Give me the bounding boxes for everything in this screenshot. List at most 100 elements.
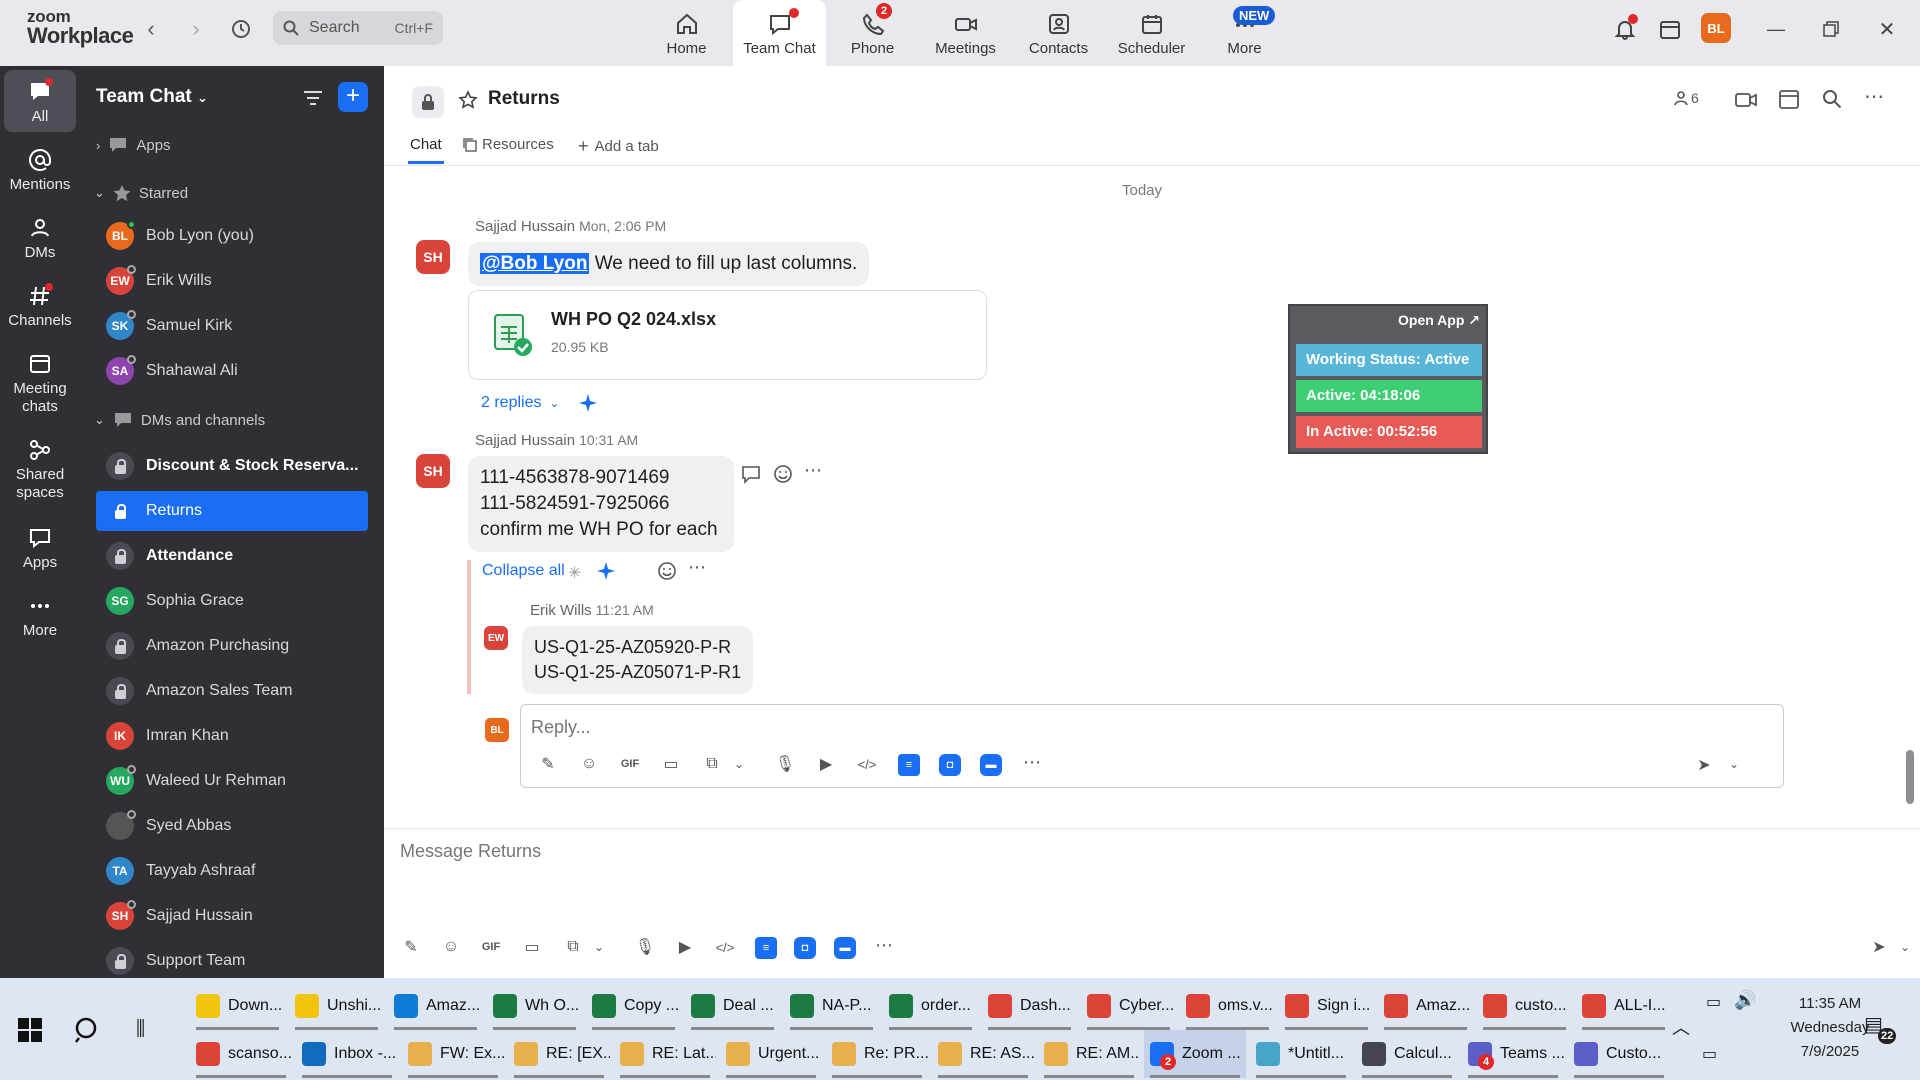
emoji-icon[interactable]: [656, 560, 678, 582]
taskbar-app[interactable]: RE: AM...: [1038, 1030, 1140, 1078]
taskbar-app[interactable]: order...: [883, 982, 978, 1030]
chevron-down-icon[interactable]: ⌄: [728, 753, 750, 775]
sidebar-item-bob-lyon[interactable]: BL Bob Lyon (you): [96, 216, 368, 256]
taskbar-app[interactable]: 4 Teams ...: [1462, 1030, 1564, 1078]
sidebar-item-waleed-ur-rehman[interactable]: WU Waleed Ur Rehman: [96, 761, 368, 801]
taskbar-app[interactable]: Deal ...: [685, 982, 780, 1030]
back-arrow-icon[interactable]: ‹: [136, 14, 166, 44]
taskbar-app[interactable]: scanso...: [190, 1030, 292, 1078]
screenshot-icon[interactable]: ⧉: [562, 936, 584, 958]
video-call-icon[interactable]: [1734, 90, 1758, 113]
rail-channels[interactable]: Channels: [4, 282, 76, 330]
search-bar[interactable]: Search Ctrl+F: [273, 11, 443, 45]
rail-dms[interactable]: DMs: [4, 214, 76, 262]
calendar-icon[interactable]: [1778, 88, 1800, 113]
taskbar-app[interactable]: Copy ...: [586, 982, 681, 1030]
gif-icon[interactable]: GIF: [619, 753, 641, 775]
tab-scheduler[interactable]: Scheduler: [1105, 0, 1198, 66]
chevron-down-icon[interactable]: ⌄: [1723, 753, 1745, 775]
taskbar-app[interactable]: RE: AS...: [932, 1030, 1034, 1078]
sidebar-item-discount-stock[interactable]: Discount & Stock Reserva...: [96, 446, 368, 486]
open-app-button[interactable]: Open App ↗: [1398, 312, 1480, 329]
section-apps[interactable]: › Apps: [96, 136, 171, 154]
taskbar-app[interactable]: Unshi...: [289, 982, 384, 1030]
history-icon[interactable]: [226, 14, 256, 44]
taskbar-app[interactable]: Re: PR...: [826, 1030, 928, 1078]
more-icon[interactable]: ⋯: [688, 557, 706, 578]
taskbar-app[interactable]: Dash...: [982, 982, 1077, 1030]
minimize-icon[interactable]: —: [1761, 14, 1791, 44]
rail-all[interactable]: All: [4, 70, 76, 132]
restore-icon[interactable]: [1816, 14, 1846, 44]
sidebar-item-support-team[interactable]: Support Team: [96, 941, 368, 981]
taskbar-app[interactable]: Wh O...: [487, 982, 582, 1030]
tab-contacts[interactable]: Contacts: [1012, 0, 1105, 66]
video-message-icon[interactable]: ▶: [815, 753, 837, 775]
task-view-icon[interactable]: ⫼: [136, 1018, 145, 1041]
code-icon[interactable]: </>: [856, 753, 878, 775]
taskbar-app[interactable]: Calcul...: [1356, 1030, 1458, 1078]
taskbar-app[interactable]: RE: Lat...: [614, 1030, 716, 1078]
microphone-icon[interactable]: 🎙: [634, 936, 656, 958]
sidebar-item-returns[interactable]: Returns: [96, 491, 368, 531]
speaker-icon[interactable]: 🔊: [1734, 990, 1756, 1011]
file-icon[interactable]: ▭: [660, 753, 682, 775]
taskbar-app[interactable]: NA-P...: [784, 982, 879, 1030]
screenshot-icon[interactable]: ⧉: [701, 753, 723, 775]
section-dms-channels[interactable]: ⌄ DMs and channels: [94, 411, 265, 429]
chevron-down-icon[interactable]: ⌄: [588, 936, 610, 958]
author-name[interactable]: Sajjad Hussain: [475, 432, 575, 449]
reply-icon[interactable]: [740, 463, 762, 485]
close-icon[interactable]: ✕: [1872, 14, 1902, 44]
app-icon-2[interactable]: ◘: [939, 754, 961, 776]
rail-mentions[interactable]: Mentions: [4, 146, 76, 194]
sidebar-item-samuel-kirk[interactable]: SK Samuel Kirk: [96, 306, 368, 346]
tab-home[interactable]: Home: [640, 0, 733, 66]
sidebar-title[interactable]: Team Chat ⌄: [96, 86, 208, 108]
code-icon[interactable]: </>: [714, 936, 736, 958]
app-icon-2[interactable]: ◘: [794, 937, 816, 959]
format-icon[interactable]: ✎: [400, 936, 422, 958]
collapse-all-link[interactable]: Collapse all: [482, 562, 565, 580]
taskbar-app[interactable]: RE: [EX...: [508, 1030, 610, 1078]
sidebar-item-sophia-grace[interactable]: SG Sophia Grace: [96, 581, 368, 621]
mention[interactable]: @Bob Lyon: [480, 253, 590, 274]
sidebar-item-tayyab-ashraaf[interactable]: TA Tayyab Ashraaf: [96, 851, 368, 891]
chevron-up-icon[interactable]: ︿: [1672, 1014, 1690, 1040]
user-avatar[interactable]: BL: [1701, 13, 1731, 43]
taskbar-app[interactable]: *Untitl...: [1250, 1030, 1352, 1078]
app-icon-1[interactable]: ≡: [755, 937, 777, 959]
bell-icon[interactable]: [1610, 14, 1640, 44]
more-icon[interactable]: ⋯: [804, 460, 822, 481]
message-avatar[interactable]: SH: [416, 454, 450, 488]
sidebar-item-shahawal-ali[interactable]: SA Shahawal Ali: [96, 351, 368, 391]
sidebar-item-sajjad-hussain[interactable]: SH Sajjad Hussain: [96, 896, 368, 936]
taskbar-app[interactable]: Urgent...: [720, 1030, 822, 1078]
taskbar-app[interactable]: Amaz...: [1378, 982, 1473, 1030]
file-icon[interactable]: ▭: [521, 936, 543, 958]
format-icon[interactable]: ✎: [537, 753, 559, 775]
sidebar-item-syed-abbas[interactable]: Syed Abbas: [96, 806, 368, 846]
tab-chat[interactable]: Chat: [408, 136, 444, 164]
tab-meetings[interactable]: Meetings: [919, 0, 1012, 66]
gif-icon[interactable]: GIF: [480, 936, 502, 958]
taskbar-app[interactable]: Sign i...: [1279, 982, 1374, 1030]
emoji-icon[interactable]: [772, 463, 794, 485]
taskbar-app[interactable]: Down...: [190, 982, 285, 1030]
sidebar-item-imran-khan[interactable]: IK Imran Khan: [96, 716, 368, 756]
microphone-icon[interactable]: 🎙: [774, 753, 796, 775]
send-icon[interactable]: ➤: [1868, 936, 1890, 958]
taskbar-app[interactable]: Amaz...: [388, 982, 483, 1030]
battery-icon[interactable]: ▭: [1706, 992, 1721, 1012]
ai-sparkle-icon[interactable]: [595, 560, 617, 582]
app-icon-3[interactable]: ▬: [980, 754, 1002, 776]
taskbar-app[interactable]: oms.v...: [1180, 982, 1275, 1030]
reply-input[interactable]: [531, 713, 1431, 741]
forward-arrow-icon[interactable]: ›: [181, 14, 211, 44]
taskbar-app[interactable]: 2 Zoom ...: [1144, 1030, 1246, 1078]
tab-resources[interactable]: Resources: [462, 136, 554, 153]
section-starred[interactable]: ⌄ Starred: [94, 184, 188, 202]
rail-more[interactable]: More: [4, 592, 76, 640]
app-icon-1[interactable]: ≡: [898, 754, 920, 776]
more-icon[interactable]: ⋯: [1021, 751, 1043, 773]
